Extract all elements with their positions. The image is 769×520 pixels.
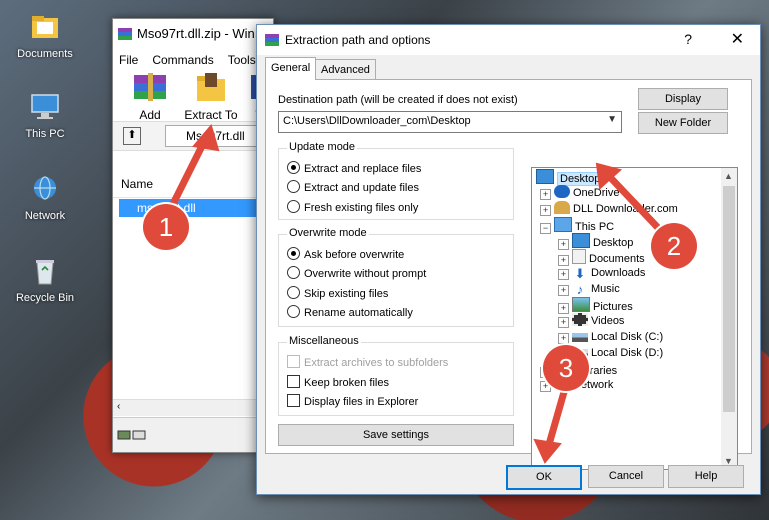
arrowhead-1 (192, 123, 220, 152)
annotation-badge-3: 3 (543, 345, 589, 391)
annotation-arrows (166, 123, 666, 464)
tab-general[interactable]: General (265, 57, 317, 80)
arrow-1 (166, 136, 209, 214)
arrow-3 (544, 381, 570, 452)
annotation-badge-1: 1 (143, 204, 189, 250)
annotation-badge-2: 2 (651, 223, 697, 269)
arrowhead-3 (533, 438, 562, 464)
arrow-2 (604, 171, 666, 236)
